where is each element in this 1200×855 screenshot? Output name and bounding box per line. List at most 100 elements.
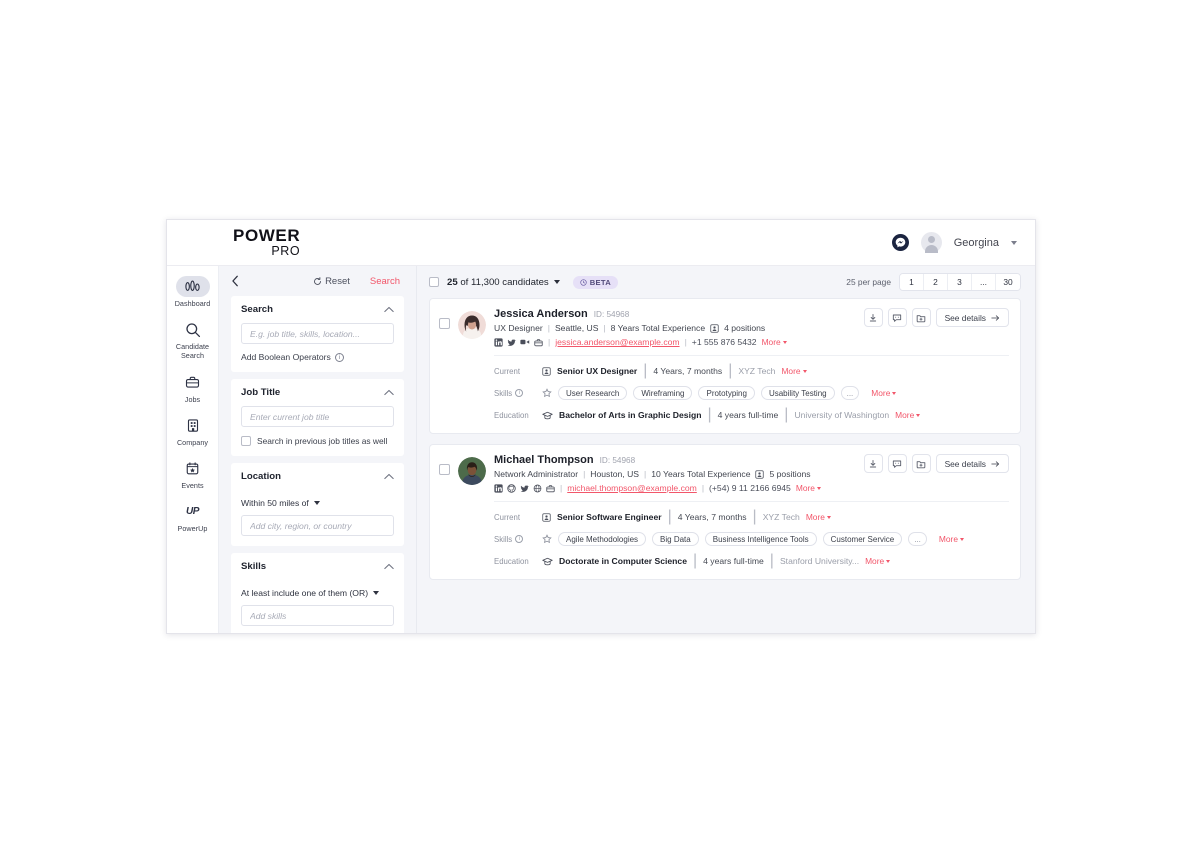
folder-add-icon[interactable] — [911, 308, 931, 327]
star-icon[interactable] — [542, 534, 552, 544]
chevron-down-icon[interactable] — [553, 280, 560, 284]
info-icon[interactable]: i — [334, 352, 344, 362]
chevron-left-icon[interactable] — [231, 275, 240, 287]
linkedin-icon[interactable] — [494, 483, 503, 493]
filter-group-job-title-header[interactable]: Job Title — [231, 379, 404, 406]
contact-more-button[interactable]: More — [762, 337, 787, 347]
folder-add-icon[interactable] — [911, 454, 931, 473]
messenger-icon[interactable] — [891, 234, 909, 251]
sidebar-item-events[interactable]: Events — [169, 458, 217, 490]
skill-chip[interactable]: Prototyping — [698, 386, 755, 400]
skill-chip[interactable]: Customer Service — [822, 532, 903, 546]
page-ellipsis[interactable]: ... — [972, 274, 996, 290]
filter-group-skills-body: At least include one of them (OR) — [231, 588, 404, 633]
skill-chip-overflow[interactable]: ... — [840, 386, 860, 400]
info-icon[interactable]: i — [515, 535, 524, 543]
download-icon[interactable] — [863, 308, 883, 327]
location-input[interactable] — [241, 515, 394, 536]
candidate-card[interactable]: Michael Thompson ID: 54968 Network Admin… — [429, 444, 1021, 580]
github-icon[interactable] — [507, 483, 516, 493]
candidate-name[interactable]: Michael Thompson — [494, 454, 594, 466]
skill-chip[interactable]: Business Intelligence Tools — [704, 532, 817, 546]
filter-group-location-header[interactable]: Location — [231, 463, 404, 490]
filter-group-skills-header[interactable]: Skills — [231, 553, 404, 580]
skill-chip[interactable]: Agile Methodologies — [558, 532, 647, 546]
page-button-last[interactable]: 30 — [996, 274, 1020, 290]
current-more-button[interactable]: More — [781, 366, 807, 376]
star-icon[interactable] — [542, 388, 552, 398]
location-radius-dropdown[interactable]: Within 50 miles of — [241, 498, 394, 508]
arrow-right-icon — [991, 314, 1000, 322]
per-page-label[interactable]: 25 per page — [846, 277, 891, 287]
skill-chip-overflow[interactable]: ... — [908, 532, 927, 546]
building-icon — [176, 415, 210, 436]
page-button[interactable]: 3 — [948, 274, 972, 290]
sidebar-item-jobs[interactable]: Jobs — [169, 372, 217, 404]
filter-group-search-header[interactable]: Search — [231, 296, 404, 323]
filter-group-location-body: Within 50 miles of — [231, 498, 404, 546]
add-boolean-operators[interactable]: Add Boolean Operators i — [241, 352, 394, 362]
contact-more-button[interactable]: More — [796, 483, 821, 493]
candidate-name[interactable]: Jessica Anderson — [494, 308, 588, 320]
chevron-up-icon[interactable] — [384, 473, 394, 480]
app-logo[interactable]: POWER PRO — [233, 227, 300, 258]
sidebar-item-powerup[interactable]: UP PowerUp — [169, 501, 217, 533]
results-count-total: of 11,300 candidates — [457, 276, 549, 288]
job-title-input[interactable] — [241, 406, 394, 427]
skill-chip[interactable]: Big Data — [652, 532, 699, 546]
page-button[interactable]: 2 — [924, 274, 948, 290]
previous-job-titles-checkbox-row[interactable]: Search in previous job titles as well — [241, 436, 394, 446]
chevron-down-icon — [782, 340, 787, 344]
chevron-down-icon — [373, 591, 380, 595]
chevron-up-icon[interactable] — [384, 306, 394, 313]
download-icon[interactable] — [863, 454, 883, 473]
skill-chip[interactable]: User Research — [558, 386, 628, 400]
skills-more-button[interactable]: More — [871, 388, 897, 398]
sidebar-item-candidate-search[interactable]: Candidate Search — [169, 319, 217, 360]
candidate-positions: 4 positions — [724, 323, 766, 333]
globe-icon[interactable] — [533, 484, 542, 493]
linkedin-icon[interactable] — [494, 337, 503, 347]
info-icon[interactable]: i — [515, 389, 524, 397]
education-more-button[interactable]: More — [895, 410, 921, 420]
candidate-card[interactable]: Jessica Anderson ID: 54968 UX Designer |… — [429, 298, 1021, 434]
current-role-row: Current Senior UX Designer | 4 Years, 7 … — [494, 362, 1009, 380]
candidate-select-checkbox[interactable] — [439, 318, 450, 329]
select-all-checkbox[interactable] — [429, 277, 439, 287]
candidate-email[interactable]: michael.thompson@example.com — [567, 483, 697, 493]
skills-input[interactable] — [241, 605, 394, 626]
chevron-down-icon[interactable] — [1011, 240, 1017, 245]
sidebar-item-company[interactable]: Company — [169, 415, 217, 447]
avatar[interactable] — [920, 232, 942, 253]
briefcase-icon[interactable] — [546, 484, 555, 493]
skill-chip[interactable]: Wireframing — [633, 386, 693, 400]
briefcase-icon[interactable] — [534, 338, 543, 347]
previous-job-titles-checkbox[interactable] — [241, 436, 251, 446]
skills-row: Skills i Agile Methodologies Big Data Bu… — [494, 532, 1009, 546]
chevron-up-icon[interactable] — [384, 389, 394, 396]
see-details-button[interactable]: See details — [935, 454, 1009, 473]
see-details-button[interactable]: See details — [935, 308, 1009, 327]
skills-operator-dropdown[interactable]: At least include one of them (OR) — [241, 588, 394, 598]
twitter-icon[interactable] — [507, 338, 516, 347]
page-button[interactable]: 1 — [900, 274, 924, 290]
graduation-cap-icon — [542, 411, 553, 420]
candidate-body: Michael Thompson ID: 54968 Network Admin… — [494, 454, 1009, 570]
comment-icon[interactable] — [887, 308, 907, 327]
sidebar-item-dashboard[interactable]: Dashboard — [169, 276, 217, 308]
keyword-search-input[interactable] — [241, 323, 394, 344]
reset-button[interactable]: Reset — [313, 276, 350, 287]
skills-more-button[interactable]: More — [939, 534, 964, 544]
skill-chip[interactable]: Usability Testing — [760, 386, 835, 400]
current-more-button[interactable]: More — [806, 512, 831, 522]
education-more-button[interactable]: More — [865, 556, 891, 566]
search-submit-link[interactable]: Search — [370, 276, 400, 287]
comment-icon[interactable] — [887, 454, 907, 473]
education-school: Stanford University... — [779, 556, 860, 566]
candidate-select-checkbox[interactable] — [439, 464, 450, 475]
twitter-icon[interactable] — [520, 484, 529, 493]
chevron-up-icon[interactable] — [384, 563, 394, 570]
candidate-email[interactable]: jessica.anderson@example.com — [555, 337, 679, 347]
dribbble-icon[interactable] — [520, 338, 530, 346]
top-bar-right: Georgina — [891, 232, 1017, 253]
